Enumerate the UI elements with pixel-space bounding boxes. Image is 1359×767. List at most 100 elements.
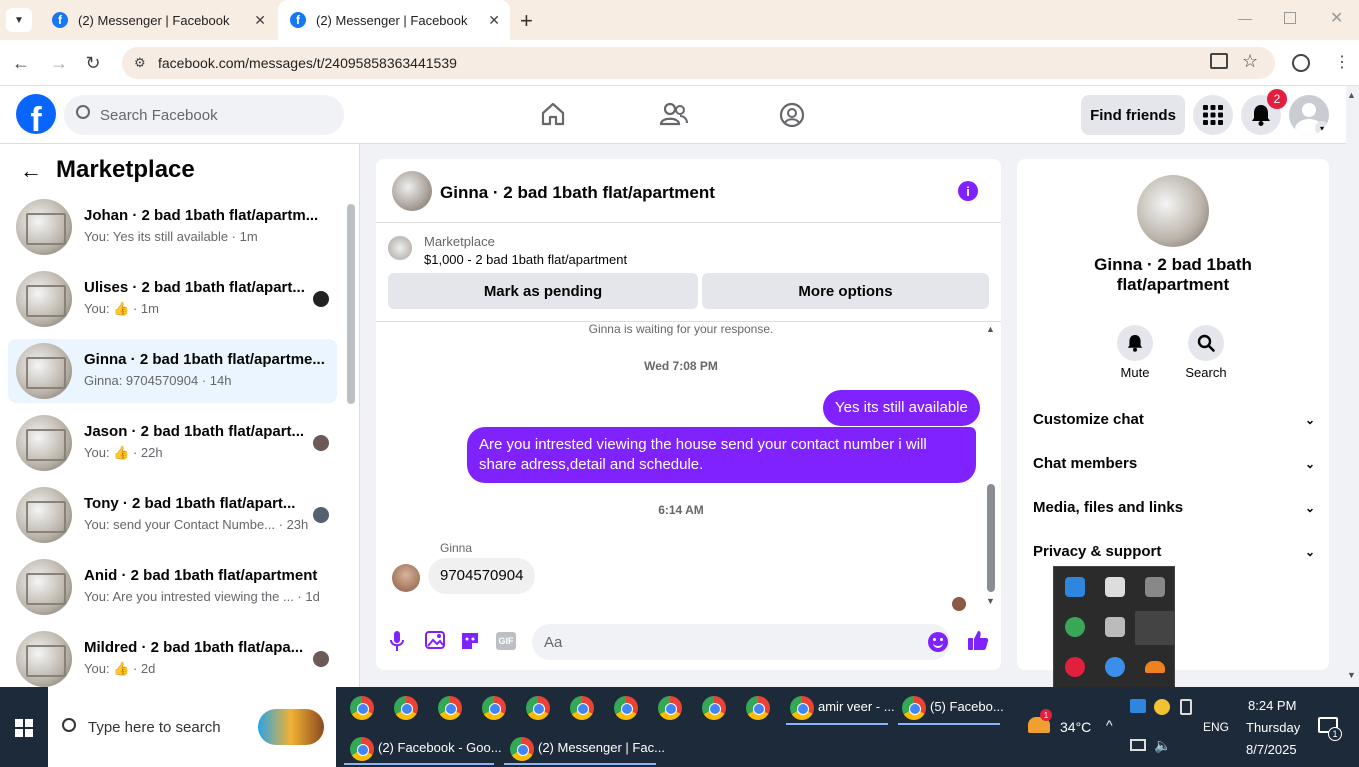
chrome-icon[interactable] (526, 696, 550, 720)
chrome-icon[interactable] (746, 696, 770, 720)
microphone-icon[interactable] (390, 631, 404, 651)
tray-app-icon[interactable] (1154, 699, 1170, 715)
volume-icon[interactable]: 🔈 (1154, 737, 1171, 754)
network-app-icon[interactable] (1065, 577, 1085, 597)
notifications-button[interactable]: 2 (1241, 89, 1287, 135)
browser-tab-2[interactable]: f (2) Messenger | Facebook ✕ (278, 0, 510, 40)
bookmark-star-icon[interactable]: ☆ (1242, 51, 1258, 72)
like-thumbs-up-icon[interactable] (967, 629, 989, 651)
tray-app-icon[interactable] (1130, 699, 1146, 713)
chrome-icon[interactable] (482, 696, 506, 720)
mute-button[interactable] (1117, 325, 1153, 361)
chrome-icon[interactable] (394, 696, 418, 720)
page-scroll-up-icon[interactable]: ▲ (1347, 90, 1356, 100)
info-icon[interactable]: i (958, 181, 978, 201)
start-windows-icon[interactable] (15, 719, 33, 737)
find-friends-button[interactable]: Find friends (1081, 95, 1185, 135)
mark-as-pending-button[interactable]: Mark as pending (388, 273, 698, 309)
notification-center-icon[interactable]: 1 (1318, 717, 1342, 741)
facebook-search-input[interactable]: Search Facebook (64, 95, 344, 135)
cloud-sync-icon[interactable] (1145, 661, 1165, 673)
media-files-links-section[interactable]: Media, files and links ⌄ (1033, 499, 1315, 516)
listing-thumbnail[interactable] (388, 236, 412, 260)
security-shield-icon[interactable] (1105, 577, 1125, 597)
satellite-icon[interactable] (1105, 617, 1125, 637)
chrome-icon[interactable] (438, 696, 462, 720)
conversation-item[interactable]: Johan · 2 bad 1bath flat/apartm... You: … (8, 195, 337, 259)
conversation-item[interactable]: Ulises · 2 bad 1bath flat/apart... You: … (8, 267, 337, 331)
chat-title[interactable]: Ginna · 2 bad 1bath flat/apartment (440, 183, 715, 203)
incoming-message[interactable]: 9704570904 (428, 558, 536, 594)
groups-icon[interactable] (779, 102, 805, 128)
cloud-off-icon[interactable] (1145, 577, 1165, 597)
conversation-item[interactable]: Mildred · 2 bad 1bath flat/apa... You: 👍… (8, 627, 337, 691)
reload-icon[interactable]: ↻ (80, 50, 106, 76)
listing-price-title[interactable]: $1,000 - 2 bad 1bath flat/apartment (424, 252, 627, 267)
tab-search-dropdown-icon[interactable]: ▼ (6, 8, 32, 32)
browser-menu-icon[interactable]: ⋮ (1334, 52, 1350, 72)
close-tab-icon[interactable]: ✕ (254, 12, 266, 29)
privacy-support-section[interactable]: Privacy & support ⌄ (1033, 543, 1315, 560)
chrome-icon[interactable] (614, 696, 638, 720)
close-window-icon[interactable]: ✕ (1330, 8, 1343, 28)
photo-icon[interactable] (425, 631, 445, 649)
url-input[interactable]: ⚙ facebook.com/messages/t/24095858363441… (122, 47, 1275, 79)
new-tab-button[interactable]: + (520, 8, 533, 34)
minimize-icon[interactable]: — (1238, 10, 1252, 26)
search-conversation-button[interactable] (1188, 325, 1224, 361)
taskbar-window-button[interactable]: (2) Messenger | Fac... (504, 731, 665, 765)
home-icon[interactable] (540, 102, 566, 126)
close-tab-icon[interactable]: ✕ (488, 12, 500, 29)
show-hidden-icons-chevron-icon[interactable]: ^ (1106, 717, 1113, 733)
customize-chat-section[interactable]: Customize chat ⌄ (1033, 411, 1315, 428)
gif-icon[interactable]: GIF (496, 632, 516, 650)
taskbar-search-input[interactable]: Type here to search (48, 687, 336, 767)
pen-icon[interactable] (1135, 611, 1175, 645)
conversation-item-selected[interactable]: Ginna · 2 bad 1bath flat/apartme... Ginn… (8, 339, 337, 403)
conversation-item[interactable]: Anid · 2 bad 1bath flat/apartment You: A… (8, 555, 337, 619)
blue-app-icon[interactable] (1105, 657, 1125, 677)
left-scrollbar[interactable] (347, 204, 355, 404)
chrome-icon[interactable] (570, 696, 594, 720)
install-app-icon[interactable] (1210, 53, 1228, 69)
clock-time[interactable]: 8:24 PM (1248, 698, 1296, 713)
scroll-down-icon[interactable]: ▼ (986, 596, 995, 606)
menu-grid-button[interactable] (1193, 95, 1233, 135)
globe-app-icon[interactable] (1065, 617, 1085, 637)
chrome-icon[interactable] (702, 696, 726, 720)
taskbar-window-button[interactable]: (5) Facebo... (898, 691, 1004, 725)
more-options-button[interactable]: More options (702, 273, 989, 309)
outgoing-message[interactable]: Are you intrested viewing the house send… (467, 427, 976, 483)
browser-tab-1[interactable]: f (2) Messenger | Facebook ✕ (40, 0, 276, 40)
friends-icon[interactable] (659, 102, 688, 126)
chrome-icon[interactable] (350, 696, 374, 720)
restore-icon[interactable] (1284, 12, 1296, 24)
page-scroll-down-icon[interactable]: ▼ (1347, 670, 1356, 680)
conversation-item[interactable]: Jason · 2 bad 1bath flat/apart... You: 👍… (8, 411, 337, 475)
chat-scrollbar[interactable] (987, 484, 995, 592)
weather-widget[interactable]: 1 34°C (1026, 709, 1096, 741)
outgoing-message[interactable]: Yes its still available (823, 390, 980, 426)
forward-arrow-icon[interactable]: → (46, 50, 72, 76)
account-avatar[interactable]: ▾ (1289, 95, 1329, 135)
sticker-icon[interactable] (460, 631, 480, 651)
conversation-item[interactable]: Tony · 2 bad 1bath flat/apart... You: se… (8, 483, 337, 547)
profile-listing-avatar[interactable] (1137, 175, 1209, 247)
scroll-up-icon[interactable]: ▲ (986, 324, 995, 334)
taskbar-window-button[interactable]: amir veer - ... (786, 691, 895, 725)
chrome-icon[interactable] (658, 696, 682, 720)
back-arrow-icon[interactable]: ← (20, 158, 42, 184)
emoji-icon[interactable] (928, 632, 948, 652)
language-indicator[interactable]: ENG (1203, 720, 1229, 734)
site-info-icon[interactable]: ⚙ (134, 55, 146, 71)
chat-members-section[interactable]: Chat members ⌄ (1033, 455, 1315, 472)
sender-avatar[interactable] (392, 564, 420, 592)
chat-header-avatar[interactable] (392, 171, 432, 211)
message-input[interactable]: Aa (532, 624, 950, 660)
taskbar-window-button[interactable]: (2) Facebook - Goo... (344, 731, 502, 765)
back-arrow-icon[interactable]: ← (8, 50, 34, 76)
tray-app-icon[interactable] (1180, 699, 1192, 715)
facebook-logo-icon[interactable]: f (16, 94, 56, 134)
profile-icon[interactable] (1292, 54, 1310, 72)
opera-icon[interactable] (1065, 657, 1085, 677)
